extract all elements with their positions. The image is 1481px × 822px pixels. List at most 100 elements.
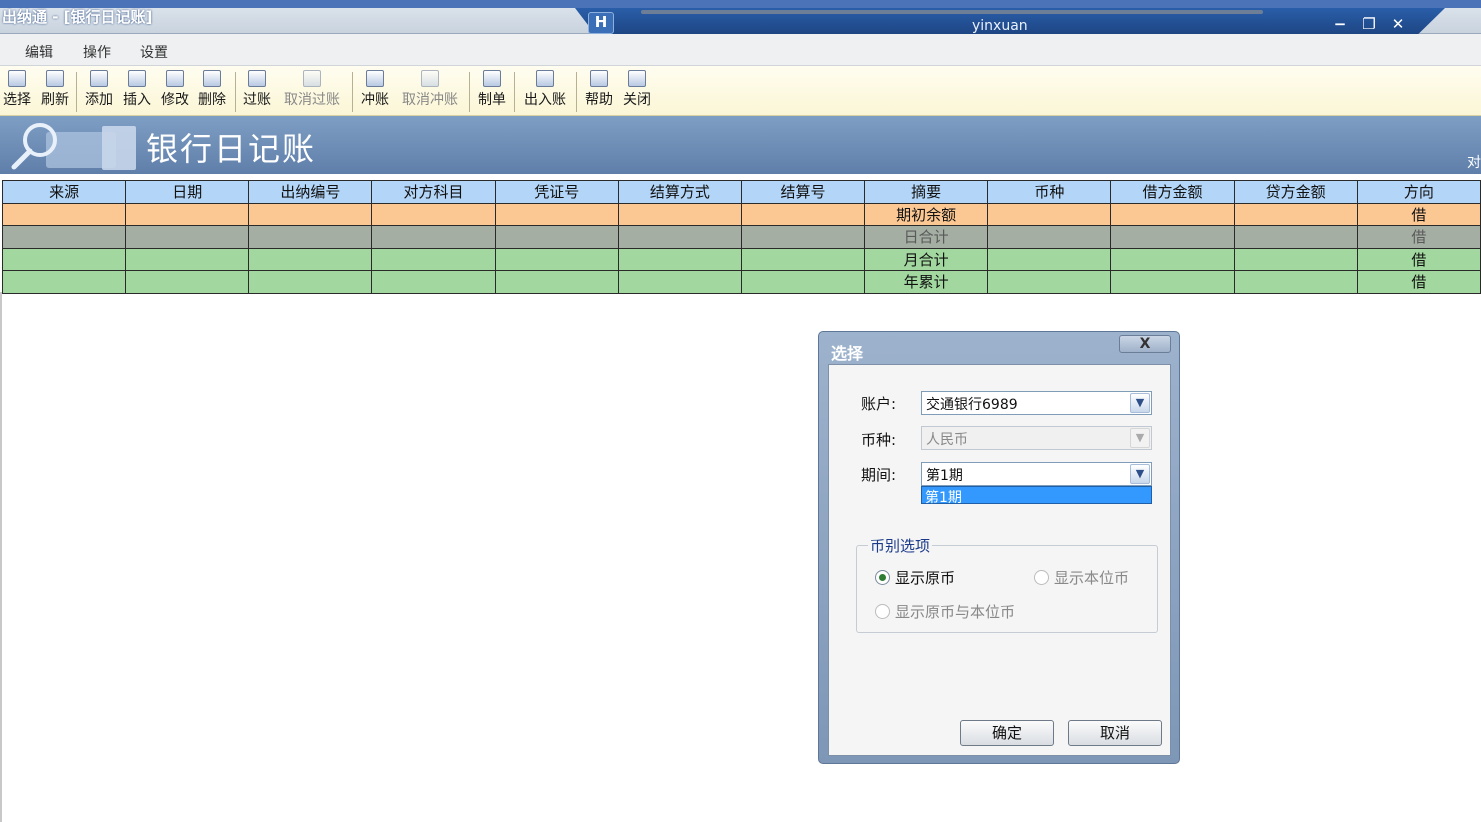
- inout-icon: [536, 70, 554, 87]
- ledger-table: 来源 日期 出纳编号 对方科目 凭证号 结算方式 结算号 摘要 币种 借方金额 …: [1, 180, 1481, 294]
- chevron-down-icon[interactable]: ▼: [1130, 464, 1150, 484]
- currency-label: 币种:: [861, 431, 897, 449]
- radio-show-local: 显示本位币: [1034, 567, 1129, 588]
- toolbar: 选择 刷新 添加 插入 修改 删除 过账 取消过账 冲账 取消冲账 制单 出入账…: [0, 66, 1481, 116]
- toolbar-separator: [352, 72, 353, 112]
- menu-bar: 编辑 操作 设置: [0, 34, 1481, 66]
- title-bar-grip: [641, 10, 1263, 14]
- radio-dot-icon: [875, 604, 890, 619]
- col-settlement-no[interactable]: 结算号: [740, 180, 866, 204]
- row-summary: 月合计: [864, 247, 989, 271]
- post-icon: [248, 70, 266, 87]
- refresh-icon: [46, 70, 64, 87]
- currency-value: 人民币: [926, 432, 968, 448]
- period-select[interactable]: 第1期 ▼: [921, 462, 1152, 486]
- table-header-row: 来源 日期 出纳编号 对方科目 凭证号 结算方式 结算号 摘要 币种 借方金额 …: [1, 180, 1481, 204]
- toolbar-unreverse-button[interactable]: 取消冲账: [400, 70, 460, 114]
- toolbar-refresh-button[interactable]: 刷新: [40, 70, 70, 114]
- module-title: 银行日记账: [146, 130, 317, 168]
- col-settlement-method[interactable]: 结算方式: [617, 180, 742, 204]
- help-icon: [590, 70, 608, 87]
- chevron-down-icon[interactable]: ▼: [1130, 393, 1150, 413]
- dialog-title: 选择: [831, 344, 864, 363]
- col-debit[interactable]: 借方金额: [1110, 180, 1235, 204]
- chevron-down-icon: ▼: [1130, 428, 1150, 448]
- toolbar-reverse-button[interactable]: 冲账: [360, 70, 390, 114]
- select-dialog: 选择 X 账户: 交通银行6989 ▼ 币种: 人民币 ▼ 期间: 第1期 ▼ …: [818, 331, 1180, 764]
- radio-dot-icon: [875, 570, 890, 585]
- minimize-button[interactable]: −: [1330, 15, 1350, 33]
- restore-button[interactable]: ❐: [1359, 15, 1379, 33]
- row-direction: 借: [1356, 202, 1481, 226]
- currency-select: 人民币 ▼: [921, 426, 1152, 450]
- title-bar: 出纳通 - [银行日记账] H yinxuan − ❐ ✕: [0, 0, 1481, 42]
- col-direction[interactable]: 方向: [1356, 180, 1481, 204]
- period-value: 第1期: [926, 468, 963, 484]
- toolbar-separator: [235, 72, 236, 112]
- row-summary: 年累计: [864, 270, 989, 294]
- select-icon: [8, 70, 26, 87]
- user-name: yinxuan: [972, 18, 1028, 34]
- table-row[interactable]: 日合计 借: [1, 225, 1481, 249]
- toolbar-separator: [576, 72, 577, 112]
- row-direction: 借: [1356, 270, 1481, 294]
- toolbar-separator: [469, 72, 470, 112]
- toolbar-add-button[interactable]: 添加: [84, 70, 114, 114]
- col-summary[interactable]: 摘要: [864, 180, 989, 204]
- unpost-icon: [303, 70, 321, 87]
- title-top-strip: [0, 0, 1481, 8]
- toolbar-unpost-button[interactable]: 取消过账: [282, 70, 342, 114]
- col-voucher-no[interactable]: 凭证号: [494, 180, 619, 204]
- period-label: 期间:: [861, 466, 897, 484]
- ok-button[interactable]: 确定: [960, 720, 1054, 746]
- cancel-button[interactable]: 取消: [1068, 720, 1162, 746]
- left-border: [0, 292, 2, 822]
- toolbar-delete-button[interactable]: 删除: [197, 70, 227, 114]
- toolbar-insert-button[interactable]: 插入: [122, 70, 152, 114]
- row-direction: 借: [1356, 225, 1481, 249]
- col-date[interactable]: 日期: [125, 180, 250, 204]
- radio-dot-icon: [1034, 570, 1049, 585]
- toolbar-select-button[interactable]: 选择: [2, 70, 32, 114]
- close-doc-icon: [628, 70, 646, 87]
- toolbar-post-button[interactable]: 过账: [242, 70, 272, 114]
- add-icon: [90, 70, 108, 87]
- table-row[interactable]: 期初余额 借: [1, 202, 1481, 226]
- toolbar-voucher-button[interactable]: 制单: [477, 70, 507, 114]
- toolbar-separator: [514, 72, 515, 112]
- col-currency[interactable]: 币种: [987, 180, 1112, 204]
- col-counter-account[interactable]: 对方科目: [371, 180, 496, 204]
- toolbar-separator: [76, 72, 77, 112]
- account-label: 账户:: [861, 395, 897, 413]
- magnifier-document-icon: [11, 123, 136, 170]
- voucher-icon: [483, 70, 501, 87]
- toolbar-close-button[interactable]: 关闭: [622, 70, 652, 114]
- reverse-icon: [366, 70, 384, 87]
- dialog-close-button[interactable]: X: [1119, 335, 1171, 353]
- account-select[interactable]: 交通银行6989 ▼: [921, 391, 1152, 415]
- row-direction: 借: [1356, 247, 1481, 271]
- menu-operate[interactable]: 操作: [83, 42, 111, 62]
- edit-icon: [166, 70, 184, 87]
- banner-edge-text: 对: [1467, 155, 1481, 171]
- toolbar-help-button[interactable]: 帮助: [584, 70, 614, 114]
- menu-edit[interactable]: 编辑: [25, 42, 53, 62]
- radio-show-original[interactable]: 显示原币: [875, 567, 955, 588]
- pin-button[interactable]: H: [588, 12, 614, 34]
- col-cashier-no[interactable]: 出纳编号: [248, 180, 373, 204]
- col-credit[interactable]: 贷方金额: [1233, 180, 1358, 204]
- unreverse-icon: [421, 70, 439, 87]
- col-source[interactable]: 来源: [1, 180, 127, 204]
- menu-settings[interactable]: 设置: [140, 42, 168, 62]
- table-row[interactable]: 月合计 借: [1, 247, 1481, 271]
- account-value: 交通银行6989: [926, 397, 1018, 413]
- toolbar-edit-button[interactable]: 修改: [160, 70, 190, 114]
- close-window-button[interactable]: ✕: [1388, 15, 1408, 33]
- table-row[interactable]: 年累计 借: [1, 270, 1481, 294]
- toolbar-inout-button[interactable]: 出入账: [522, 70, 568, 114]
- period-dropdown-option[interactable]: 第1期: [921, 486, 1152, 506]
- row-summary: 期初余额: [864, 202, 989, 226]
- insert-icon: [128, 70, 146, 87]
- radio-show-both: 显示原币与本位币: [875, 601, 1015, 622]
- module-banner: 银行日记账 对: [0, 116, 1481, 174]
